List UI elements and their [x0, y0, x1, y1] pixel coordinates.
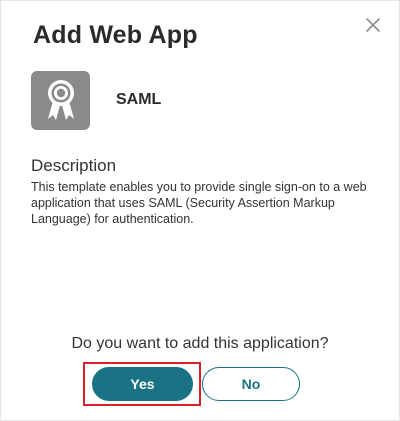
confirmation-question: Do you want to add this application?	[71, 335, 329, 352]
yes-button[interactable]: Yes	[92, 367, 193, 401]
description-text: This template enables you to provide sin…	[31, 180, 367, 226]
dialog-title: Add Web App	[33, 21, 198, 49]
certificate-ribbon-icon	[31, 70, 90, 130]
no-button[interactable]: No	[202, 367, 300, 401]
app-summary: SAML	[31, 70, 161, 130]
description-heading: Description	[31, 156, 117, 175]
close-icon	[363, 15, 383, 35]
close-button[interactable]	[363, 15, 383, 35]
app-name: SAML	[116, 91, 162, 108]
add-web-app-dialog: Add Web App SAML Description This templa…	[0, 0, 400, 421]
